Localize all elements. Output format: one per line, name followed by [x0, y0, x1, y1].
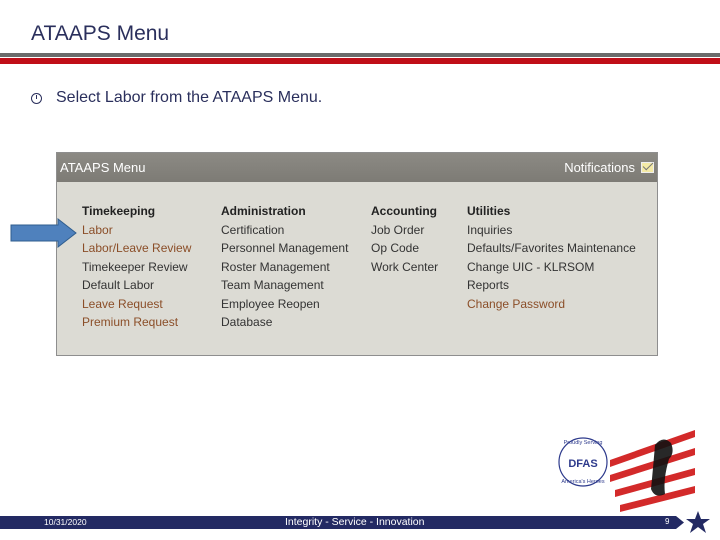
menu-column-heading: Accounting — [371, 204, 437, 218]
menu-item-job-order[interactable]: Job Order — [371, 223, 438, 242]
menu-item-personnel-management[interactable]: Personnel Management — [221, 241, 348, 260]
logo-top-text: Proudly Serving — [564, 440, 603, 446]
pointer-arrow-icon — [10, 218, 77, 248]
menu-item-change-password[interactable]: Change Password — [467, 297, 636, 316]
menu-item-op-code[interactable]: Op Code — [371, 241, 438, 260]
menu-column-heading: Administration — [221, 204, 306, 218]
menu-item-defaults-favorites-maintenance[interactable]: Defaults/Favorites Maintenance — [467, 241, 636, 260]
dfas-logo: DFAS Proudly Serving America's Heroes — [558, 430, 695, 512]
star-icon — [686, 511, 710, 533]
footer-date: 10/31/2020 — [44, 517, 87, 527]
menu-item-labor-leave-review[interactable]: Labor/Leave Review — [82, 241, 191, 260]
menu-column-utilities: Utilities Inquiries Defaults/Favorites Mai… — [467, 204, 636, 315]
menu-item-reports[interactable]: Reports — [467, 278, 636, 297]
footer-motto: Integrity - Service - Innovation — [285, 516, 425, 528]
menu-item-work-center[interactable]: Work Center — [371, 260, 438, 279]
menu-item-premium-request[interactable]: Premium Request — [82, 315, 191, 334]
menu-column-heading: Timekeeping — [82, 204, 156, 218]
menu-item-timekeeper-review[interactable]: Timekeeper Review — [82, 260, 191, 279]
menu-item-change-uic-klrsom[interactable]: Change UIC - KLRSOM — [467, 260, 636, 279]
menu-item-database[interactable]: Database — [221, 315, 348, 334]
notifications-link[interactable]: Notifications — [564, 160, 654, 175]
menu-column-timekeeping: Timekeeping Labor Labor/Leave Review Timeke… — [82, 204, 191, 334]
page-number: 9 — [665, 517, 670, 526]
menu-item-default-labor[interactable]: Default Labor — [82, 278, 191, 297]
instruction-text: Select Labor from the ATAAPS Menu. — [56, 89, 323, 106]
menu-column-heading: Utilities — [467, 204, 511, 218]
slide-title: ATAAPS Menu — [31, 22, 170, 45]
menu-column-administration: Administration Certification Personnel Man… — [221, 204, 348, 334]
title-divider-red — [0, 58, 720, 64]
title-divider-gray — [0, 53, 720, 57]
clock-bullet-icon — [31, 92, 42, 104]
notifications-label: Notifications — [564, 160, 635, 175]
menu-item-inquiries[interactable]: Inquiries — [467, 223, 636, 242]
menu-item-team-management[interactable]: Team Management — [221, 278, 348, 297]
menu-item-leave-request[interactable]: Leave Request — [82, 297, 191, 316]
logo-bottom-text: America's Heroes — [561, 479, 604, 485]
instruction-bullet: Select Labor from the ATAAPS Menu. — [31, 89, 322, 107]
menu-header-title: ATAAPS Menu — [60, 160, 146, 175]
flag-stripes — [610, 430, 695, 512]
menu-item-certification[interactable]: Certification — [221, 223, 348, 242]
mail-icon — [641, 162, 654, 173]
menu-item-labor[interactable]: Labor — [82, 223, 191, 242]
menu-item-roster-management[interactable]: Roster Management — [221, 260, 348, 279]
menu-column-accounting: Accounting Job Order Op Code Work Center — [371, 204, 438, 278]
logo-center-text: DFAS — [568, 458, 597, 470]
ataaps-menu-screenshot: ATAAPS Menu Notifications Timekeeping Lab… — [56, 152, 658, 356]
menu-item-employee-reopen[interactable]: Employee Reopen — [221, 297, 348, 316]
menu-header: ATAAPS Menu Notifications — [57, 153, 657, 182]
